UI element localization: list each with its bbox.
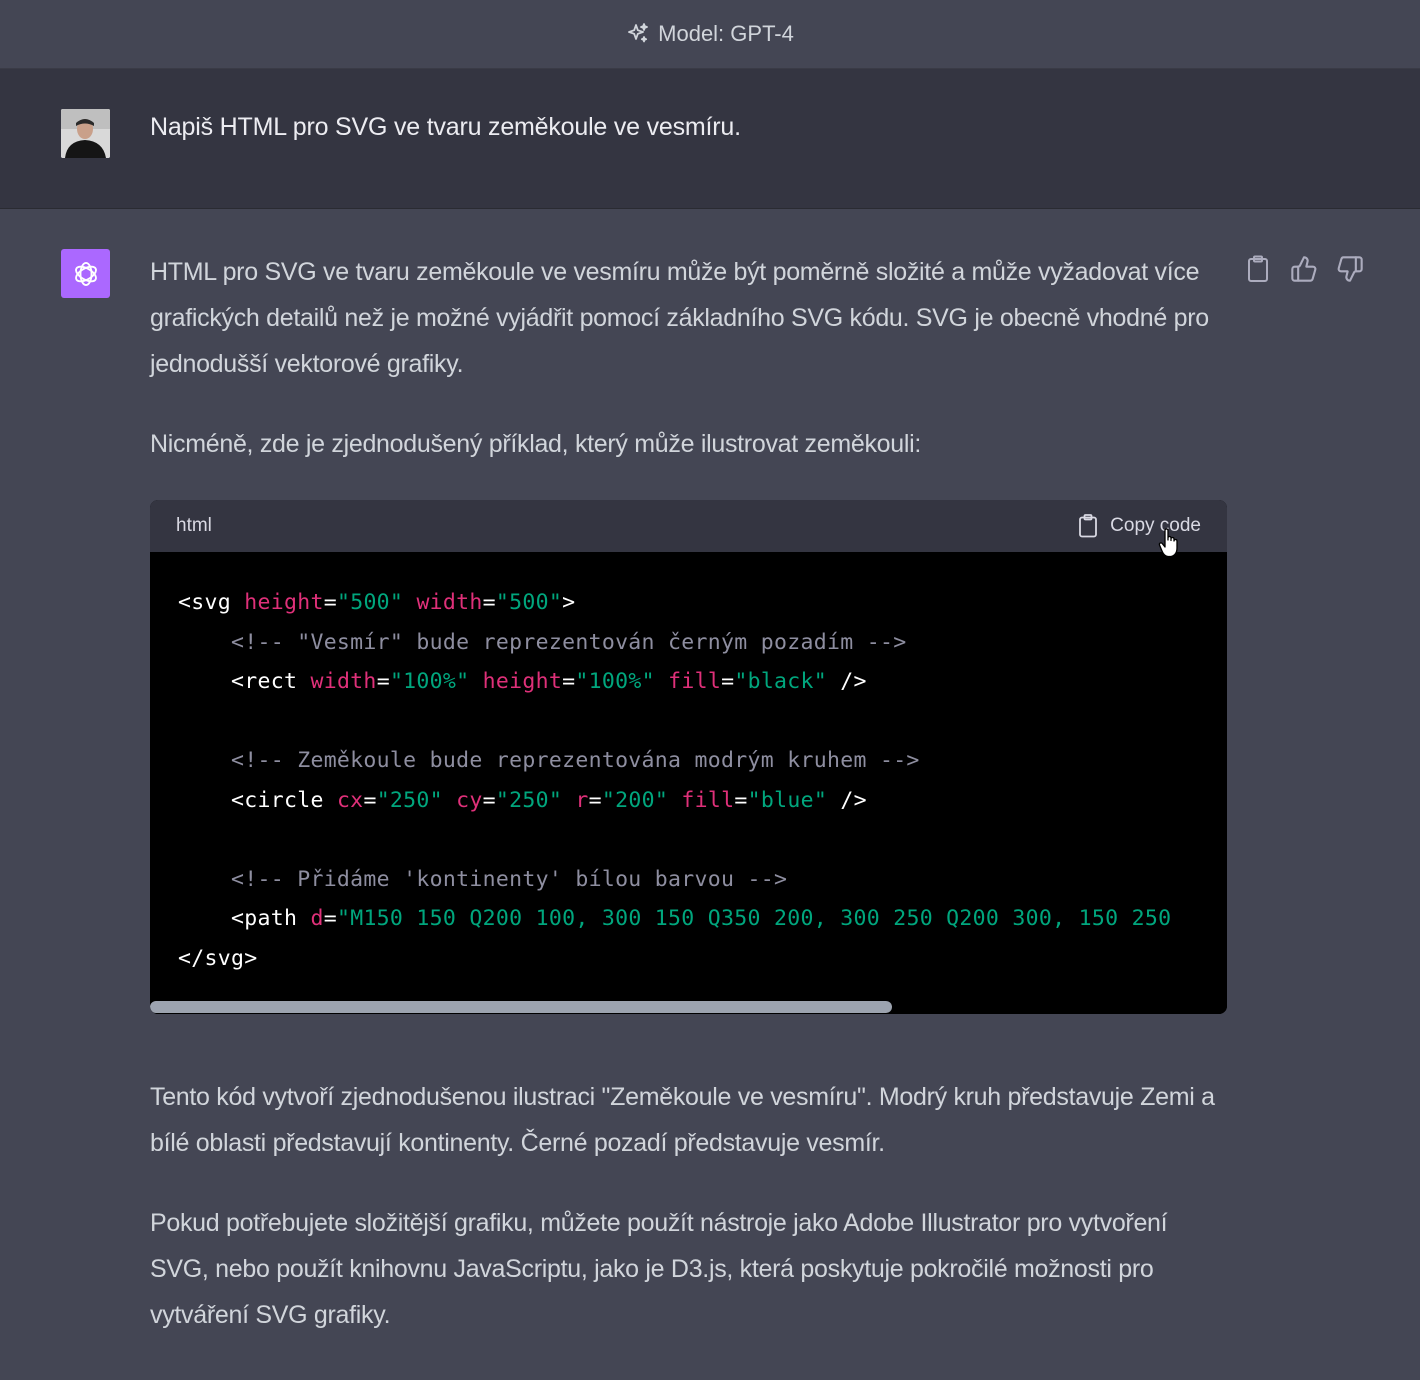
sparkle-icon xyxy=(626,22,650,46)
code-content: <svg height="500" width="500"> <!-- "Ves… xyxy=(150,552,1227,978)
openai-logo-icon xyxy=(74,261,97,286)
clipboard-icon xyxy=(1079,514,1098,538)
assistant-paragraph-1: HTML pro SVG ve tvaru zeměkoule ve vesmí… xyxy=(150,258,1209,378)
message-actions xyxy=(1244,254,1364,284)
copy-code-button[interactable]: Copy code xyxy=(1078,514,1201,538)
code-line: <!-- Zeměkoule bude reprezentována modrý… xyxy=(230,748,920,773)
code-line: <svg height="500" width="500"> xyxy=(178,590,576,615)
model-label: Model: GPT-4 xyxy=(658,21,794,46)
code-line: <circle cx="250" cy="250" r="200" fill="… xyxy=(230,787,867,813)
model-header: Model: GPT-4 xyxy=(0,0,1420,69)
code-block-header: html Copy code xyxy=(150,500,1227,552)
hand-cursor-icon xyxy=(1158,528,1180,563)
assistant-avatar xyxy=(61,249,110,298)
assistant-paragraph-4: Pokud potřebujete složitější grafiku, mů… xyxy=(150,1209,1168,1329)
thumbs-down-button[interactable] xyxy=(1336,254,1364,284)
user-message-text: Napiš HTML pro SVG ve tvaru zeměkoule ve… xyxy=(150,113,741,141)
code-line: <!-- "Vesmír" bude reprezentován černým … xyxy=(230,629,907,655)
thumbs-up-icon xyxy=(1291,256,1317,282)
user-message-row: Napiš HTML pro SVG ve tvaru zeměkoule ve… xyxy=(0,69,1420,209)
code-scrollbar-thumb[interactable] xyxy=(150,1001,892,1013)
code-line: <path d="M150 150 Q200 100, 300 150 Q350… xyxy=(230,906,1172,931)
code-block: html Copy code <svg height="500" width="… xyxy=(150,500,1227,1014)
code-line: </svg> xyxy=(178,945,258,971)
copy-code-label: Copy code xyxy=(1110,515,1201,536)
code-scrollbar[interactable] xyxy=(150,1000,1227,1014)
user-avatar xyxy=(61,109,110,158)
assistant-paragraph-2: Nicméně, zde je zjednodušený příklad, kt… xyxy=(150,430,922,458)
copy-message-button[interactable] xyxy=(1244,254,1272,284)
code-line: <!-- Přidáme 'kontinenty' bílou barvou -… xyxy=(230,866,788,892)
code-line: <rect width="100%" height="100%" fill="b… xyxy=(230,669,867,694)
assistant-paragraph-3: Tento kód vytvoří zjednodušenou ilustrac… xyxy=(150,1083,1215,1157)
code-language-label: html xyxy=(176,515,212,536)
clipboard-icon xyxy=(1248,255,1268,282)
thumbs-up-button[interactable] xyxy=(1290,254,1318,284)
thumbs-down-icon xyxy=(1337,256,1363,282)
